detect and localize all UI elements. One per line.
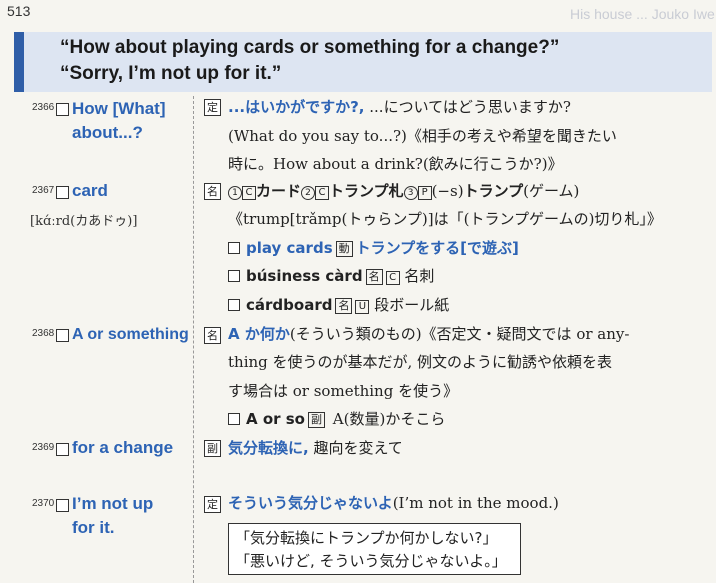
- sub-phrase: cárdboard 名 U 段ボール紙: [228, 294, 449, 316]
- headword: How [What]: [72, 99, 166, 118]
- pos-badge: 定: [204, 99, 221, 116]
- entry-number: 2368: [32, 328, 55, 339]
- example-banner: “How about playing cards or something fo…: [14, 32, 712, 92]
- headword-cont: about...?: [72, 123, 143, 142]
- definition-line: 1 C カード 2 C トランプ札 3 P (−s)トランプ(ゲーム): [228, 180, 579, 202]
- checkbox-icon[interactable]: [228, 270, 240, 282]
- checkbox-icon[interactable]: [56, 186, 69, 199]
- checkbox-icon[interactable]: [56, 329, 69, 342]
- headword-cont: for it.: [72, 518, 115, 537]
- pos-badge: 定: [204, 496, 221, 513]
- banner-line-1: “How about playing cards or something fo…: [60, 37, 560, 58]
- definition-line: ...はいかがですか?, ...についてはどう思いますか?: [228, 98, 571, 116]
- headword: for a change: [72, 438, 174, 457]
- checkbox-icon[interactable]: [56, 443, 69, 456]
- checkbox-icon[interactable]: [56, 103, 69, 116]
- headword: A or something: [72, 326, 189, 343]
- entry-number: 2369: [32, 442, 55, 453]
- entry-number: 2370: [32, 498, 55, 509]
- sub-phrase: A or so 副 A(数量)かそこら: [228, 408, 445, 430]
- definition-line: す場合は or something を使う》: [228, 382, 459, 400]
- sub-phrase: play cards 動トランプをする[で遊ぶ]: [228, 237, 519, 259]
- checkbox-icon[interactable]: [228, 299, 240, 311]
- column-divider: [193, 96, 194, 583]
- headword: card: [72, 181, 108, 200]
- definition-line: (What do you say to...?)《相手の考えや希望を聞きたい: [228, 127, 617, 145]
- pos-badge: 副: [204, 440, 221, 457]
- headword: I’m not up: [72, 494, 154, 513]
- pos-badge: 名: [204, 183, 221, 200]
- dialog-line-1: 「気分転換にトランプか何かしない?」: [235, 529, 498, 547]
- pronunciation: [kɑ́ːrd(カあドゥ)]: [30, 214, 138, 229]
- entry-number: 2366: [32, 102, 55, 113]
- definition-line: 《trump[trǎmp(トゥらンプ)]は「(トランプゲームの)切り札」》: [228, 210, 662, 228]
- definition-line: 時に。How about a drink?(飲みに行こうか?)》: [228, 155, 563, 173]
- checkbox-icon[interactable]: [228, 242, 240, 254]
- definition-line: そういう気分じゃないよ(I’m not in the mood.): [228, 494, 559, 512]
- dialog-line-2: 「悪いけど, そういう気分じゃないよ。」: [235, 552, 507, 570]
- entry-number: 2367: [32, 185, 55, 196]
- definition-line: thing を使うのが基本だが, 例文のように勧誘や依頼を表: [228, 353, 613, 371]
- checkbox-icon[interactable]: [228, 413, 240, 425]
- bleed-through-text: His house ... Jouko Iwe: [570, 6, 715, 22]
- checkbox-icon[interactable]: [56, 499, 69, 512]
- pos-badge: 名: [204, 327, 221, 344]
- banner-line-2: “Sorry, I’m not up for it.”: [60, 63, 282, 84]
- definition-line: 気分転換に, 趣向を変えて: [228, 439, 403, 457]
- dialog-translation-box: 「気分転換にトランプか何かしない?」 「悪いけど, そういう気分じゃないよ。」: [228, 523, 521, 575]
- banner-accent-bar: [14, 32, 24, 92]
- definition-line: A か何か(そういう類のもの)《否定文・疑問文では or any-: [228, 325, 630, 343]
- sub-phrase: búsiness càrd 名 C 名刺: [228, 265, 434, 287]
- page-number: 513: [7, 3, 31, 19]
